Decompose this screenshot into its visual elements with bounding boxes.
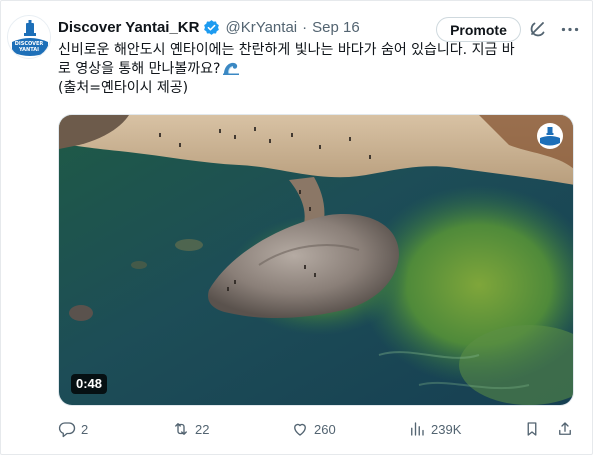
views-button[interactable]: 239K <box>408 417 461 441</box>
share-icon <box>559 422 571 435</box>
handle[interactable]: @KrYantai <box>225 19 297 36</box>
reply-count: 2 <box>81 421 89 437</box>
grok-icon[interactable] <box>528 19 548 39</box>
video-duration-badge: 0:48 <box>71 374 108 394</box>
tweet-text-line: 로 영상을 통해 만나볼까요? <box>58 61 221 77</box>
separator-dot: · <box>302 18 308 36</box>
avatar-text-bottom: YANTAI <box>19 47 39 53</box>
repost-icon <box>175 423 187 435</box>
reply-button[interactable]: 2 <box>58 417 88 441</box>
view-count: 239K <box>431 421 462 437</box>
repost-count: 22 <box>195 421 210 437</box>
water-wave-emoji-icon <box>223 61 240 75</box>
video-player[interactable]: 0:48 <box>58 114 574 406</box>
repost-button[interactable]: 22 <box>172 417 209 441</box>
display-name[interactable]: Discover Yantai_KR <box>58 19 199 36</box>
tweet-header: Discover Yantai_KR @KrYantai · Sep 16 <box>58 16 360 38</box>
bookmark-icon <box>527 422 537 436</box>
analytics-icon <box>411 422 424 436</box>
tweet-text: 신비로운 해안도시 옌타이에는 찬란하게 빛나는 바다가 숨어 있습니다. 지금… <box>58 41 583 98</box>
tweet-text-line: (출처=옌타이시 제공) <box>58 80 189 96</box>
share-button[interactable] <box>556 417 574 441</box>
promote-button[interactable]: Promote <box>436 17 521 42</box>
reply-icon <box>58 422 76 438</box>
tweet-text-line: 신비로운 해안도시 옌타이에는 찬란하게 빛나는 바다가 숨어 있습니다. 지금… <box>58 42 515 58</box>
tweet-card[interactable]: DISCOVER YANTAI Discover Yantai_KR @KrYa… <box>0 0 593 455</box>
more-options-icon[interactable] <box>559 19 581 39</box>
discover-yantai-logo-icon <box>537 123 563 149</box>
like-button[interactable]: 260 <box>291 417 336 441</box>
heart-icon <box>294 423 306 436</box>
like-count: 260 <box>314 421 336 437</box>
bookmark-button[interactable] <box>523 417 541 441</box>
action-bar: 2 22 260 239K <box>56 417 576 441</box>
verified-badge-icon[interactable] <box>203 19 220 36</box>
video-thumbnail <box>59 115 573 405</box>
post-date[interactable]: Sep 16 <box>312 19 360 36</box>
